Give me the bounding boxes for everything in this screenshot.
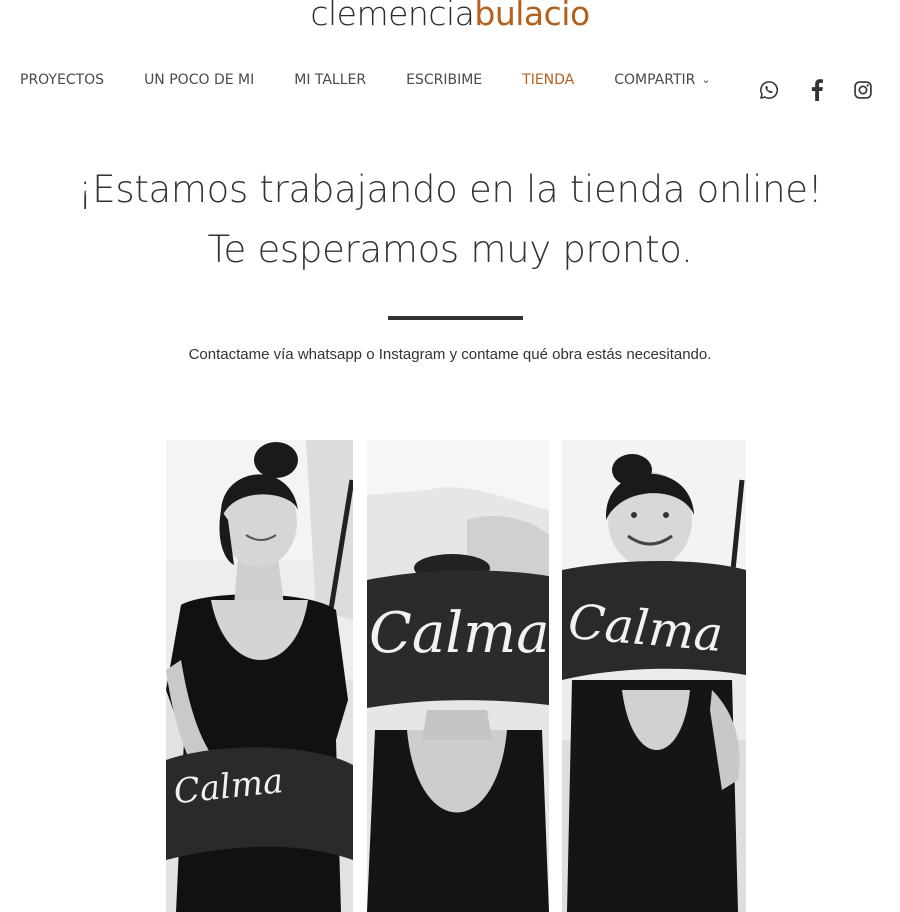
site-logo[interactable]: clemenciabulacio <box>0 0 900 33</box>
social-links <box>757 78 875 102</box>
nav-item-proyectos[interactable]: PROYECTOS <box>20 72 104 88</box>
gallery-photo-3: Calma <box>562 440 746 912</box>
nav-item-compartir[interactable]: COMPARTIR ⌄ <box>614 72 710 88</box>
main-nav: PROYECTOS UN POCO DE MI MI TALLER ESCRIB… <box>20 70 751 90</box>
pillow-text-2: Calma <box>369 601 549 666</box>
headline-line-2: Te esperamos muy pronto. <box>207 228 693 271</box>
logo-text-second: bulacio <box>474 0 590 33</box>
nav-item-un-poco-de-mi[interactable]: UN POCO DE MI <box>144 72 254 88</box>
facebook-icon[interactable] <box>805 78 829 102</box>
headline-line-1: ¡Estamos trabajando en la tienda online! <box>77 168 823 211</box>
page-headline: ¡Estamos trabajando en la tienda online!… <box>0 160 900 280</box>
instagram-icon[interactable] <box>851 78 875 102</box>
nav-item-mi-taller[interactable]: MI TALLER <box>294 72 366 88</box>
gallery-photo-1: Calma <box>166 440 353 912</box>
nav-item-compartir-label: COMPARTIR <box>614 72 696 88</box>
nav-item-escribime[interactable]: ESCRIBIME <box>406 72 482 88</box>
gallery-photo-2: Calma <box>367 440 549 912</box>
headline-divider <box>388 316 523 320</box>
whatsapp-icon[interactable] <box>757 78 781 102</box>
nav-item-tienda[interactable]: TIENDA <box>522 72 574 88</box>
chevron-down-icon: ⌄ <box>701 73 711 86</box>
logo-text-first: clemencia <box>310 0 475 33</box>
contact-text: Contactame vía whatsapp o Instagram y co… <box>188 346 712 363</box>
